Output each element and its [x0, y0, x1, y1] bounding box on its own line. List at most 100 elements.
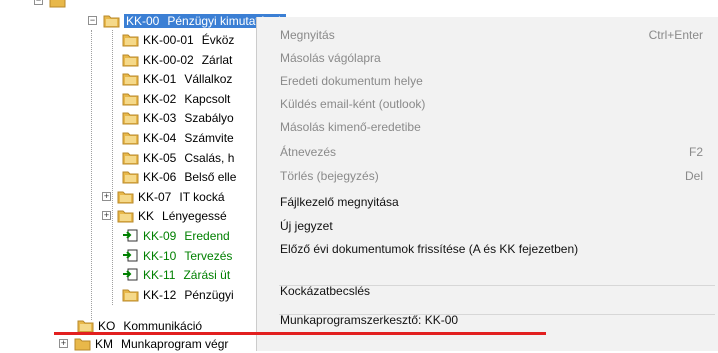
folder-icon [74, 338, 91, 351]
tree-item-label: Zárási üt [183, 267, 231, 282]
tree-item-label: Évköz [201, 32, 235, 47]
folder-icon [103, 15, 120, 28]
tree-item-code: KK-11 [143, 267, 176, 282]
tree-row-partial[interactable]: − [34, 0, 70, 10]
menu-item-label: Átnevezés [280, 145, 337, 159]
tree-item-label: Szabályo [184, 110, 234, 125]
tree-row-child[interactable]: KK-11 Zárási üt [122, 265, 230, 284]
tree-item-code: KM [95, 336, 113, 351]
folder-icon [122, 93, 139, 106]
menu-item-label: Küldés email-ként (outlook) [280, 97, 426, 111]
tree-item-label: Eredend [184, 228, 230, 243]
tree-item-label: Zárlat [201, 52, 233, 67]
menu-separator [279, 285, 715, 286]
menu-item-label: Kockázatbecslés [280, 284, 371, 298]
menu-item[interactable]: Küldés email-ként (outlook) [280, 93, 703, 115]
tree-item-code: KK-10 [143, 248, 177, 263]
tree-item-label: Munkaprogram végr [121, 336, 229, 351]
tree-item-code: KK-12 [143, 287, 177, 302]
menu-item[interactable]: Fájlkezelő megnyitása [280, 191, 703, 213]
tree-row-child[interactable]: KK-10 Tervezés [122, 246, 232, 265]
expand-icon[interactable]: + [102, 192, 111, 201]
menu-item-shortcut: Del [684, 169, 703, 183]
folder-icon [117, 210, 134, 223]
tree-item-code: KK-03 [143, 110, 177, 125]
tree-item-code: KK-04 [143, 130, 177, 145]
tree-row-child[interactable]: KK-00-01 Évköz [122, 30, 234, 49]
menu-item[interactable]: Törlés (bejegyzés) Del [280, 165, 703, 187]
menu-item-label: Fájlkezelő megnyitása [280, 195, 399, 209]
tree-item-label: Pénzügyi [184, 287, 234, 302]
menu-item[interactable]: Eredeti dokumentum helye [280, 70, 703, 92]
collapse-icon[interactable]: − [34, 0, 43, 5]
annotation-underline [54, 332, 546, 335]
tree-row-child[interactable]: KK-00-02 Zárlat [122, 50, 232, 69]
menu-item[interactable]: Átnevezés F2 [280, 141, 703, 163]
menu-item-label: Törlés (bejegyzés) [280, 169, 379, 183]
menu-item-label: Előző évi dokumentumok frissítése (A és … [280, 242, 579, 256]
tree-item-label: Vállalkoz [184, 71, 233, 86]
menu-item-shortcut: Ctrl+Enter [648, 28, 703, 42]
linked-document-icon [123, 229, 138, 242]
tree-guide-line [91, 30, 92, 320]
folder-icon [77, 320, 94, 333]
menu-separator [279, 314, 715, 315]
menu-item-label: Eredeti dokumentum helye [280, 74, 423, 88]
folder-icon [122, 171, 139, 184]
tree-item-code: KK-00-01 [143, 32, 194, 47]
tree-item-code: KK [138, 208, 155, 223]
menu-item-label: Munkaprogramszerkesztő: KK-00 [280, 313, 459, 327]
tree-row-child[interactable]: + KK Lényegessé [102, 206, 227, 225]
menu-item-label: Megnyitás [280, 28, 335, 42]
tree-item-code: KK-01 [143, 71, 177, 86]
folder-icon [122, 54, 139, 67]
menu-item[interactable]: Új jegyzet [280, 215, 703, 237]
tree-row-child[interactable]: + KK-07 IT kocká [102, 187, 225, 206]
folder-icon [122, 34, 139, 47]
tree-row-child[interactable]: KK-04 Számvite [122, 128, 234, 147]
folder-icon [117, 191, 134, 204]
collapse-icon[interactable]: − [88, 16, 97, 25]
tree-row-km[interactable]: + KM Munkaprogram végr [59, 334, 228, 353]
tree-item-label: Belső elle [184, 169, 237, 184]
tree-guide-line [112, 30, 113, 305]
menu-item[interactable]: Előző évi dokumentumok frissítése (A és … [280, 238, 703, 260]
tree-item-label: Kommunikáció [123, 318, 203, 333]
linked-document-icon [123, 249, 138, 262]
menu-item-label: Másolás kimenő-eredetibe [280, 120, 421, 134]
tree-item-label: Tervezés [184, 248, 233, 263]
context-menu: Megnyitás Ctrl+Enter Másolás vágólapra Ered… [256, 17, 718, 351]
menu-item[interactable]: Megnyitás Ctrl+Enter [280, 24, 703, 46]
menu-item[interactable]: Másolás vágólapra [280, 47, 703, 69]
tree-item-code: KK-07 [138, 189, 172, 204]
menu-item[interactable]: Kockázatbecslés [280, 280, 703, 302]
expand-icon[interactable]: + [102, 211, 111, 220]
menu-item[interactable]: Másolás kimenő-eredetibe [280, 116, 703, 138]
folder-icon [122, 152, 139, 165]
folder-icon [122, 132, 139, 145]
tree-item-code: KK-02 [143, 91, 177, 106]
tree-row-child[interactable]: KK-03 Szabályo [122, 108, 234, 127]
tree-item-code: KK-09 [143, 228, 177, 243]
tree-row-child[interactable]: KK-12 Pénzügyi [122, 285, 234, 304]
tree-item-label: IT kocká [179, 189, 225, 204]
tree-row-child[interactable]: KK-09 Eredend [122, 226, 230, 245]
tree-item-code: KK-05 [143, 150, 177, 165]
menu-item[interactable]: Munkaprogramszerkesztő: KK-00 [280, 309, 703, 331]
folder-icon [122, 73, 139, 86]
linked-document-icon [123, 268, 138, 281]
tree-item-label: Csalás, h [184, 150, 235, 165]
tree-item-code: KK-06 [143, 169, 177, 184]
folder-icon [49, 0, 66, 8]
tree-item-label: Lényegessé [162, 208, 227, 223]
tree-row-child[interactable]: KK-01 Vállalkoz [122, 69, 232, 88]
tree-item-label: Számvite [184, 130, 234, 145]
tree-item-label: Kapcsolt [184, 91, 231, 106]
tree-row-child[interactable]: KK-05 Csalás, h [122, 148, 234, 167]
expand-icon[interactable]: + [59, 339, 68, 348]
folder-icon [122, 289, 139, 302]
tree-row-child[interactable]: KK-06 Belső elle [122, 167, 236, 186]
tree-item-code: KK-00-02 [143, 52, 194, 67]
tree-row-child[interactable]: KK-02 Kapcsolt [122, 89, 230, 108]
menu-item-label: Másolás vágólapra [280, 51, 381, 65]
